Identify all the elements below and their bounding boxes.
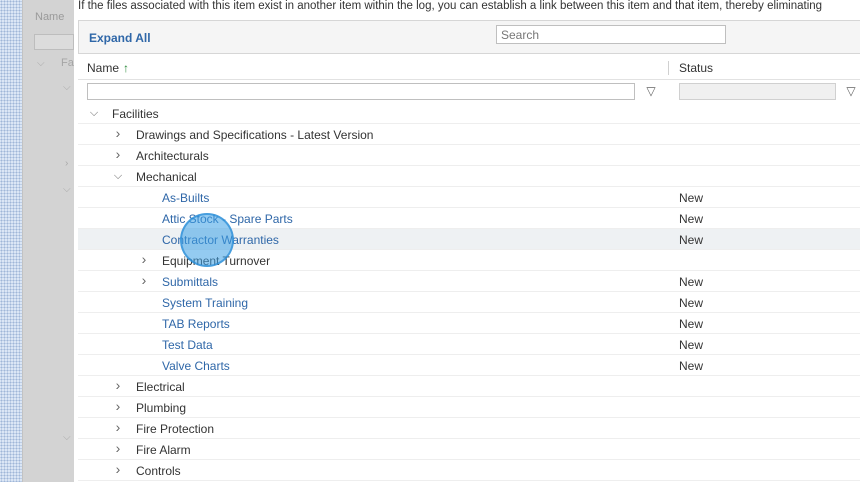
tree-row[interactable]: › Plumbing <box>78 397 860 418</box>
status-cell: New <box>679 191 704 205</box>
tree-row-label: Electrical <box>136 380 185 394</box>
status-cell: New <box>679 233 704 247</box>
tree-row-label: Drawings and Specifications - Latest Ver… <box>136 128 374 142</box>
status-column-header[interactable]: Status <box>679 61 713 75</box>
tree-row[interactable]: Test Data New <box>78 334 860 355</box>
status-filter-input[interactable] <box>679 83 836 100</box>
tree-row-label: Fire Alarm <box>136 443 191 457</box>
filter-icon[interactable]: ▽ <box>644 84 658 98</box>
tree-row[interactable]: › Drawings and Specifications - Latest Ve… <box>78 124 860 145</box>
tree-row[interactable]: › Fire Alarm <box>78 439 860 460</box>
status-cell: New <box>679 296 704 310</box>
tree-row-label: Architecturals <box>136 149 209 163</box>
tree-toolbar: Expand All <box>78 20 860 54</box>
tree-row-label[interactable]: Valve Charts <box>162 359 230 373</box>
chevron-right-icon[interactable]: › <box>112 462 124 477</box>
tree-row-label: Equipment Turnover <box>162 254 271 268</box>
tree-row[interactable]: › Fire Protection <box>78 418 860 439</box>
tree-row-label[interactable]: Submittals <box>162 275 218 289</box>
status-cell: New <box>679 338 704 352</box>
sort-ascending-icon: ↑ <box>123 61 130 75</box>
name-column-label: Name <box>87 61 120 75</box>
status-cell: New <box>679 212 704 226</box>
tree-row-label: Mechanical <box>136 170 197 184</box>
chevron-right-icon[interactable]: › <box>112 420 124 435</box>
chevron-down-icon[interactable]: ⌵ <box>112 169 124 183</box>
tree-row-label: Plumbing <box>136 401 187 415</box>
tree-row[interactable]: › Architecturals <box>78 145 860 166</box>
column-header-row: Name ↑ Status <box>78 56 860 80</box>
background-dotted-strip <box>0 0 22 482</box>
name-column-header[interactable]: Name ↑ <box>87 61 129 75</box>
background-panel: Name ⌵ Fa ⌵ › ⌵ ⌵ <box>22 0 74 482</box>
chevron-right-icon: › <box>65 158 69 169</box>
chevron-down-icon: ⌵ <box>63 82 71 93</box>
background-filter-input <box>34 34 74 50</box>
tree-row[interactable]: Contractor Warranties New <box>78 229 860 250</box>
status-cell: New <box>679 275 704 289</box>
filter-row: ▽ ▽ <box>78 81 860 103</box>
tree-row-label: Facilities <box>112 107 159 121</box>
tree-row[interactable]: Attic Stock - Spare Parts New <box>78 208 860 229</box>
chevron-down-icon[interactable]: ⌵ <box>88 106 100 120</box>
status-cell: New <box>679 317 704 331</box>
status-cell: New <box>679 359 704 373</box>
chevron-right-icon[interactable]: › <box>112 147 124 162</box>
tree-row-label[interactable]: Attic Stock - Spare Parts <box>162 212 293 226</box>
name-filter-input[interactable] <box>87 83 635 100</box>
chevron-right-icon[interactable]: › <box>138 252 150 267</box>
tree-row[interactable]: Valve Charts New <box>78 355 860 376</box>
chevron-right-icon[interactable]: › <box>112 441 124 456</box>
chevron-down-icon: ⌵ <box>63 184 71 195</box>
column-divider[interactable] <box>668 61 669 75</box>
tree-row[interactable]: System Training New <box>78 292 860 313</box>
tree-row-label: Fire Protection <box>136 422 215 436</box>
link-items-dialog: If the files associated with this item e… <box>74 0 860 482</box>
tree-rows: ⌵ Facilities › Drawings and Specifications … <box>78 103 860 481</box>
tree-row-label[interactable]: Contractor Warranties <box>162 233 279 247</box>
chevron-right-icon[interactable]: › <box>138 273 150 288</box>
tree-row-label[interactable]: Test Data <box>162 338 213 352</box>
expand-all-button[interactable]: Expand All <box>89 31 151 45</box>
info-text: If the files associated with this item e… <box>78 0 823 12</box>
tree-row[interactable]: TAB Reports New <box>78 313 860 334</box>
search-input[interactable] <box>496 25 726 44</box>
background-facilities-label: Fa <box>61 57 74 69</box>
chevron-right-icon[interactable]: › <box>112 126 124 141</box>
tree-row[interactable]: › Equipment Turnover <box>78 250 860 271</box>
filter-icon[interactable]: ▽ <box>844 84 858 98</box>
tree-row[interactable]: As-Builts New <box>78 187 860 208</box>
background-name-header: Name <box>35 11 65 23</box>
tree-row[interactable]: › Controls <box>78 460 860 481</box>
tree-row[interactable]: ⌵ Mechanical <box>78 166 860 187</box>
tree-row-label[interactable]: TAB Reports <box>162 317 230 331</box>
tree-row[interactable]: ⌵ Facilities <box>78 103 860 124</box>
tree-row[interactable]: › Submittals New <box>78 271 860 292</box>
tree-row-label: Controls <box>136 464 181 478</box>
tree-row[interactable]: › Electrical <box>78 376 860 397</box>
chevron-right-icon[interactable]: › <box>112 378 124 393</box>
tree-row-label[interactable]: System Training <box>162 296 248 310</box>
chevron-right-icon[interactable]: › <box>112 399 124 414</box>
tree-row-label[interactable]: As-Builts <box>162 191 209 205</box>
chevron-down-icon: ⌵ <box>63 432 71 443</box>
chevron-down-icon: ⌵ <box>37 58 45 69</box>
